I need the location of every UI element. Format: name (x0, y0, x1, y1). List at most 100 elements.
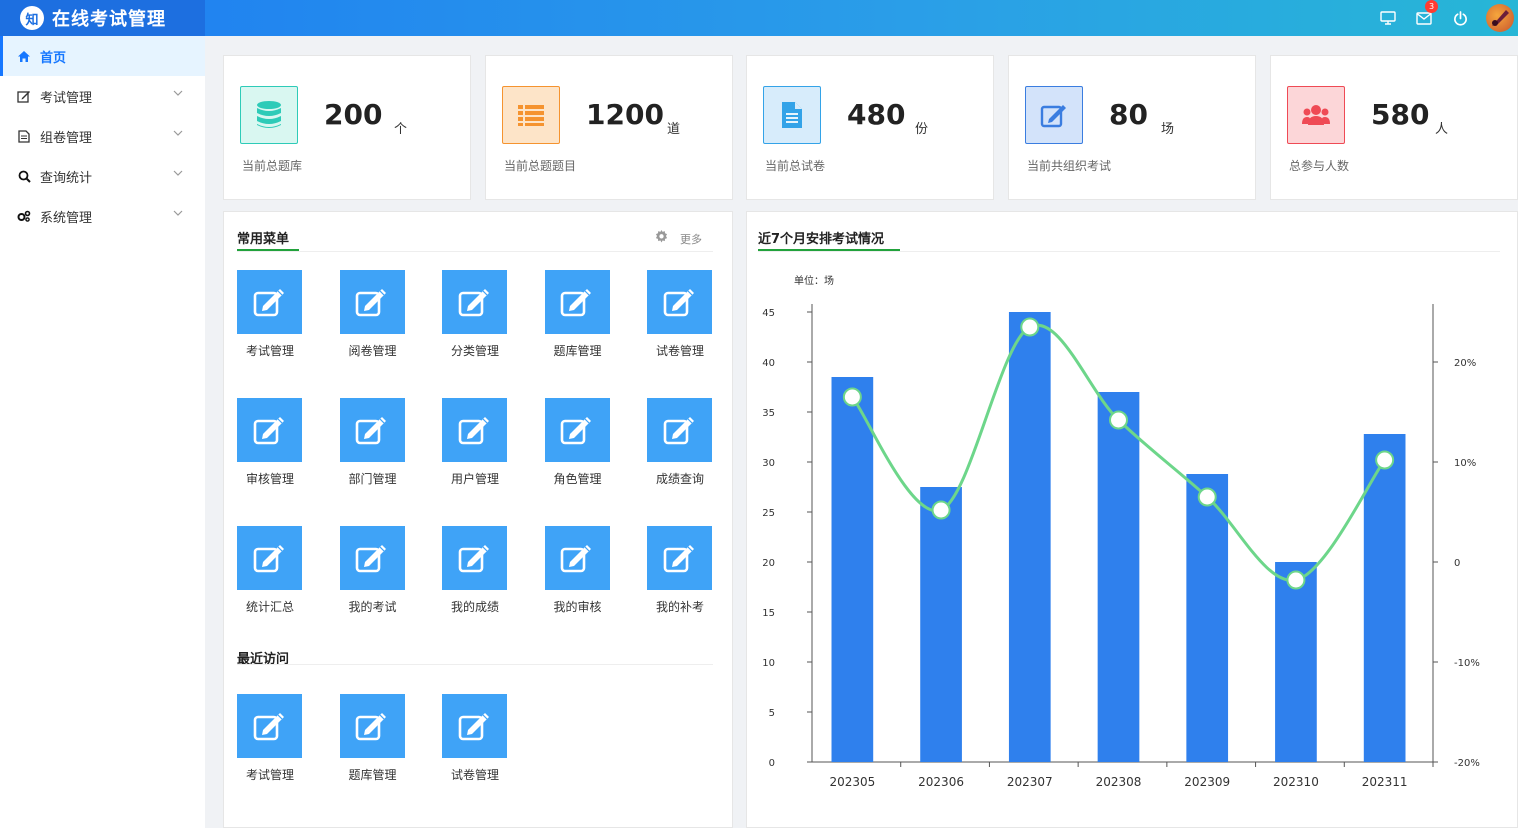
menu-tile[interactable] (442, 398, 507, 462)
menu-tile[interactable] (544, 526, 610, 590)
x-tick-label: 202306 (918, 775, 964, 789)
sidebar-item-label: 考试管理 (40, 90, 93, 106)
menu-tile-label[interactable]: 分类管理 (430, 342, 520, 359)
edit-icon (253, 713, 284, 741)
mail-button[interactable]: 3 (1406, 0, 1442, 36)
brand-logo: 知 (20, 6, 44, 30)
recent-tile[interactable] (339, 694, 405, 758)
menu-tile[interactable] (442, 270, 507, 334)
menu-tile-label[interactable]: 我的审核 (533, 598, 623, 615)
edit-icon (17, 89, 31, 103)
app-title: 在线考试管理 (52, 9, 166, 30)
sidebar-item-paper[interactable]: 组卷管理 (0, 116, 205, 156)
x-tick-label: 202305 (829, 775, 875, 789)
menu-tile[interactable] (339, 398, 405, 462)
recent-tile-label[interactable]: 考试管理 (225, 766, 315, 783)
sidebar-item-label: 组卷管理 (40, 130, 93, 146)
chart-svg: 0 5 10 15 20 25 30 35 40 45 -20% -10% 0 10% 20% 202305 2… (762, 304, 1480, 789)
y-right-tick-label: 20% (1454, 358, 1476, 369)
edit-icon (355, 417, 386, 445)
y-left-tick-label: 35 (762, 408, 775, 419)
top-bar: 知 在线考试管理 3 (0, 0, 1518, 36)
y-right-tick-label: 0 (1454, 558, 1460, 569)
menu-tile[interactable] (237, 526, 302, 590)
stat-unit: 场 (1161, 122, 1175, 137)
menu-tile-label[interactable]: 试卷管理 (635, 342, 725, 359)
stat-unit: 人 (1435, 122, 1449, 137)
stat-label: 当前总题库 (242, 159, 303, 173)
sidebar-item-exam[interactable]: 考试管理 (0, 76, 205, 116)
menu-tile[interactable] (339, 270, 405, 334)
menu-tile-label[interactable]: 审核管理 (225, 470, 315, 487)
x-tick-label: 202309 (1184, 775, 1230, 789)
stat-value: 80 (1109, 98, 1148, 131)
edit-icon (355, 289, 386, 317)
edit-icon (663, 545, 694, 573)
edit-icon (560, 545, 591, 573)
edit-icon (458, 289, 489, 317)
monitor-button[interactable] (1370, 0, 1406, 36)
menu-tile-label[interactable]: 统计汇总 (225, 598, 315, 615)
edit-icon (560, 417, 591, 445)
recent-tile[interactable] (442, 694, 507, 758)
y-left-tick-label: 30 (762, 458, 775, 469)
menu-tile-label[interactable]: 考试管理 (225, 342, 315, 359)
y-left-tick-label: 10 (762, 658, 775, 669)
menu-tile[interactable] (544, 270, 610, 334)
avatar-image (1492, 10, 1509, 26)
power-button[interactable] (1442, 0, 1478, 36)
menu-tile-label[interactable]: 题库管理 (533, 342, 623, 359)
chevron-down-icon (173, 90, 183, 96)
stat-label: 当前总题题目 (504, 159, 577, 173)
menu-tile-label[interactable]: 我的成绩 (430, 598, 520, 615)
menu-tile[interactable] (544, 398, 610, 462)
y-left-tick-label: 5 (769, 708, 775, 719)
sidebar-item-stats[interactable]: 查询统计 (0, 156, 205, 196)
chart-bar (1186, 474, 1229, 762)
stat-card-papers: 480 份 当前总试卷 (746, 55, 994, 200)
menu-tile[interactable] (647, 398, 712, 462)
chart-bar (1097, 392, 1140, 762)
menu-tile-label[interactable]: 部门管理 (328, 470, 418, 487)
menu-tile[interactable] (647, 526, 712, 590)
stat-value: 200 (324, 98, 383, 131)
stat-card-participants: 580 人 总参与人数 (1270, 55, 1518, 200)
menu-tile[interactable] (237, 270, 302, 334)
avatar[interactable] (1486, 4, 1514, 32)
menu-tile-label[interactable]: 角色管理 (533, 470, 623, 487)
y-left-tick-label: 20 (762, 558, 775, 569)
recent-tile[interactable] (237, 694, 302, 758)
menu-tile-label[interactable]: 阅卷管理 (328, 342, 418, 359)
y-left-tick-label: 45 (762, 308, 775, 319)
menu-tile[interactable] (339, 526, 405, 590)
stat-card-questions: 1200 道 当前总题题目 (485, 55, 733, 200)
edit-icon (355, 545, 386, 573)
menu-tile[interactable] (237, 398, 302, 462)
recent-tile-label[interactable]: 题库管理 (328, 766, 418, 783)
sidebar-item-home[interactable]: 首页 (0, 36, 205, 76)
menu-tile-label[interactable]: 成绩查询 (635, 470, 725, 487)
menu-tile-label[interactable]: 我的补考 (635, 598, 725, 615)
y-left-tick-label: 25 (762, 508, 775, 519)
y-right-tick-label: 10% (1454, 458, 1476, 469)
more-link[interactable]: 更多 (680, 231, 702, 247)
chart-panel: 近7个月安排考试情况 单位：场 0 5 10 15 20 25 30 35 40 45 -20% -1… (746, 211, 1518, 828)
database-icon (240, 86, 298, 144)
menu-tile[interactable] (647, 270, 712, 334)
menu-tile[interactable] (442, 526, 507, 590)
chart-point (1375, 450, 1395, 470)
edit-icon (253, 289, 284, 317)
search-icon (17, 169, 31, 183)
y-right-tick-label: -10% (1454, 658, 1480, 669)
brand[interactable]: 知 在线考试管理 (0, 0, 205, 36)
menu-tile-label[interactable]: 用户管理 (430, 470, 520, 487)
edit-icon (560, 289, 591, 317)
edit-icon (458, 545, 489, 573)
recent-tile-label[interactable]: 试卷管理 (430, 766, 520, 783)
gear-icon[interactable] (655, 230, 668, 243)
menu-tile-label[interactable]: 我的考试 (328, 598, 418, 615)
x-tick-label: 202308 (1096, 775, 1142, 789)
sidebar-item-system[interactable]: 系统管理 (0, 196, 205, 236)
home-icon (17, 49, 31, 63)
file-icon (17, 129, 31, 143)
